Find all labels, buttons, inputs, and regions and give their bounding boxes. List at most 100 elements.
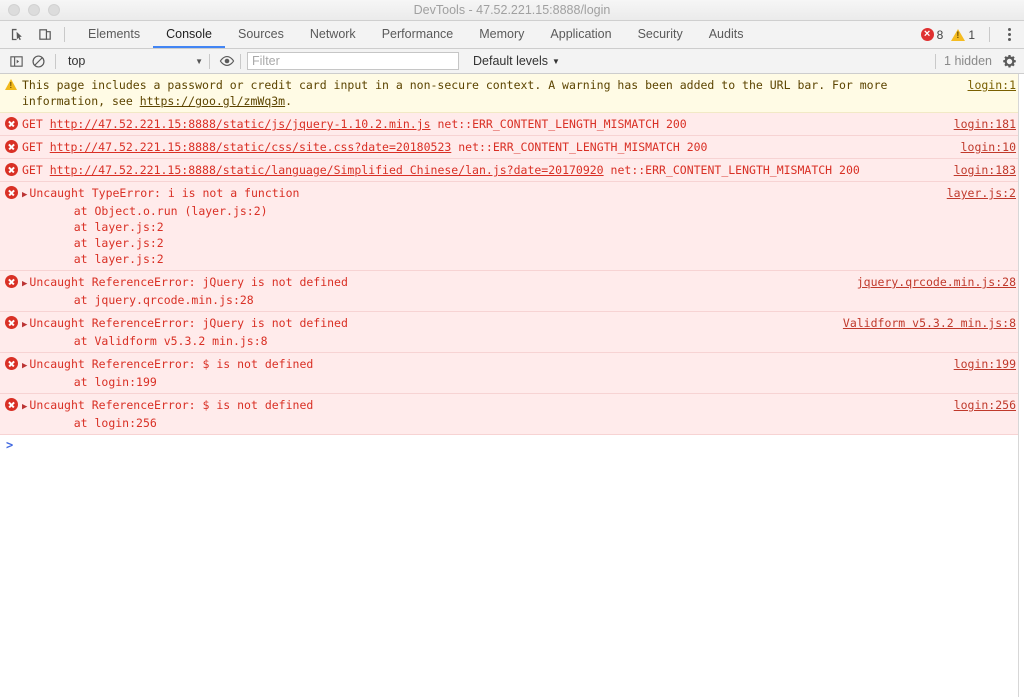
message-badge [0,116,22,130]
console-message-error[interactable]: GET http://47.52.221.15:8888/static/js/j… [0,113,1024,136]
message-badge [0,139,22,153]
gear-icon[interactable] [998,51,1020,71]
message-source-link[interactable]: Validform v5.3.2 min.js:8 [837,315,1016,331]
filter-placeholder: Filter [252,54,280,68]
stack-frame[interactable]: at Object.o.run (layer.js:2) [22,203,931,219]
message-source-link[interactable]: login:1 [962,77,1016,93]
tab-network[interactable]: Network [297,21,369,48]
stack-frame[interactable]: at jquery.qrcode.min.js:28 [22,292,841,308]
devtools-tabs: Elements Console Sources Network Perform… [75,21,756,48]
request-url[interactable]: http://47.52.221.15:8888/static/css/site… [50,140,452,154]
stack-frame[interactable]: at layer.js:2 [22,235,931,251]
kebab-menu-icon[interactable] [1000,25,1018,45]
toolbar-divider-4 [935,53,937,69]
expand-arrow-icon[interactable]: ▶ [22,361,27,371]
chevron-down-icon: ▼ [552,56,560,66]
prompt-arrow-icon: > [6,438,14,452]
message-badge [0,315,22,329]
tab-audits[interactable]: Audits [696,21,757,48]
tab-elements[interactable]: Elements [75,21,153,48]
console-scrollbar[interactable] [1018,74,1024,697]
message-text: Uncaught ReferenceError: $ is not define… [29,398,314,412]
message-badge [0,274,22,288]
warning-triangle-icon [951,28,966,41]
minimize-window-button[interactable] [28,4,40,16]
error-circle-icon [4,275,18,288]
window-title: DevTools - 47.52.221.15:8888/login [413,3,611,17]
expand-arrow-icon[interactable]: ▶ [22,320,27,330]
warning-count-badge[interactable]: 1 [951,28,979,42]
tabbar-right-group: × 8 1 [920,21,1024,48]
error-count-value: 8 [936,27,944,42]
tab-sources[interactable]: Sources [225,21,297,48]
tab-security[interactable]: Security [625,21,696,48]
console-sidebar-icon[interactable] [5,51,27,71]
console-prompt[interactable]: > [0,435,1024,458]
tab-console[interactable]: Console [153,21,225,48]
console-message-error[interactable]: GET http://47.52.221.15:8888/static/css/… [0,136,1024,159]
tabbar-divider [64,27,65,42]
console-message-list[interactable]: This page includes a password or credit … [0,74,1024,697]
message-source-link[interactable]: login:181 [948,116,1016,132]
devtools-tabbar: Elements Console Sources Network Perform… [0,21,1024,49]
toolbar-divider-2 [209,53,210,69]
live-expression-icon[interactable] [216,51,238,71]
console-message-error[interactable]: ▶ Uncaught TypeError: i is not a function… [0,182,1024,271]
console-message-error[interactable]: ▶ Uncaught ReferenceError: $ is not defin… [0,394,1024,435]
tabbar-left-icons [0,21,75,48]
zoom-window-button[interactable] [48,4,60,16]
message-badge [0,77,22,90]
execution-context-value: top [68,54,86,68]
message-source-link[interactable]: layer.js:2 [941,185,1016,201]
stack-frame[interactable]: at login:199 [22,374,938,390]
device-toolbar-icon[interactable] [34,25,56,45]
message-badge [0,397,22,411]
console-message-error[interactable]: ▶ Uncaught ReferenceError: $ is not defin… [0,353,1024,394]
request-status: net::ERR_CONTENT_LENGTH_MISMATCH 200 [437,117,687,131]
toolbar-right-group: 1 hidden [935,51,1020,71]
stack-frame[interactable]: at layer.js:2 [22,251,931,267]
request-status: net::ERR_CONTENT_LENGTH_MISMATCH 200 [458,140,708,154]
tab-performance[interactable]: Performance [369,21,467,48]
message-body: GET http://47.52.221.15:8888/static/js/j… [22,116,948,132]
chevron-down-icon: ▼ [195,56,203,66]
message-source-link[interactable]: login:10 [955,139,1016,155]
message-source-link[interactable]: login:183 [948,162,1016,178]
stack-frame[interactable]: at Validform v5.3.2 min.js:8 [22,333,827,349]
console-message-error[interactable]: GET http://47.52.221.15:8888/static/lang… [0,159,1024,182]
execution-context-selector[interactable]: top ▼ [62,52,207,71]
error-circle-icon [4,117,18,130]
tab-memory[interactable]: Memory [466,21,537,48]
message-body: ▶ Uncaught TypeError: i is not a function… [22,185,941,267]
filter-input[interactable]: Filter [247,52,459,70]
stack-frame[interactable]: at layer.js:2 [22,219,931,235]
stack-frame[interactable]: at login:256 [22,415,938,431]
console-message-error[interactable]: ▶ Uncaught ReferenceError: jQuery is not … [0,271,1024,312]
close-window-button[interactable] [8,4,20,16]
expand-arrow-icon[interactable]: ▶ [22,190,27,200]
message-text-after: . [285,94,293,108]
clear-console-icon[interactable] [27,51,49,71]
message-source-link[interactable]: login:256 [948,397,1016,413]
console-message-error[interactable]: ▶ Uncaught ReferenceError: jQuery is not … [0,312,1024,353]
hidden-messages-count[interactable]: 1 hidden [944,54,996,68]
message-badge [0,356,22,370]
message-source-link[interactable]: login:199 [948,356,1016,372]
request-url[interactable]: http://47.52.221.15:8888/static/js/jquer… [50,117,431,131]
inspect-element-icon[interactable] [6,25,28,45]
message-text: Uncaught ReferenceError: jQuery is not d… [29,316,348,330]
message-body: ▶ Uncaught ReferenceError: $ is not defin… [22,397,948,431]
tab-application[interactable]: Application [537,21,624,48]
console-message-warning[interactable]: This page includes a password or credit … [0,74,1024,113]
warning-count-value: 1 [968,27,975,42]
error-circle-icon [4,140,18,153]
request-method: GET [22,163,43,177]
message-body: ▶ Uncaught ReferenceError: jQuery is not … [22,315,837,349]
log-levels-selector[interactable]: Default levels ▼ [467,54,566,68]
request-url[interactable]: http://47.52.221.15:8888/static/language… [50,163,604,177]
message-source-link[interactable]: jquery.qrcode.min.js:28 [851,274,1016,290]
expand-arrow-icon[interactable]: ▶ [22,279,27,289]
error-count-badge[interactable]: × 8 [920,27,948,42]
expand-arrow-icon[interactable]: ▶ [22,402,27,412]
message-link[interactable]: https://goo.gl/zmWq3m [140,94,285,108]
